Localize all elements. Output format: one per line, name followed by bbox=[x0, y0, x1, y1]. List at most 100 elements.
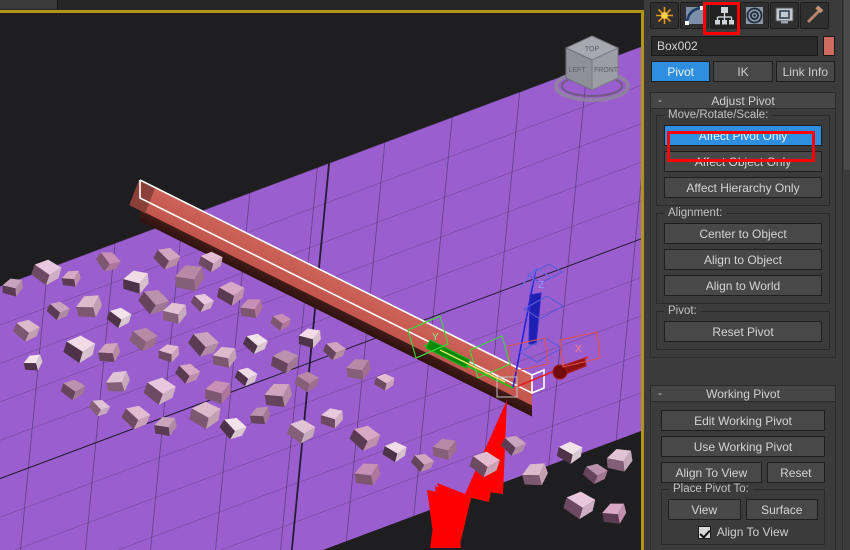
debris-fragment bbox=[284, 418, 314, 444]
affect-hierarchy-only-button[interactable]: Affect Hierarchy Only bbox=[664, 177, 822, 198]
modify-tab[interactable] bbox=[680, 2, 709, 29]
scrollbar-thumb[interactable] bbox=[844, 0, 850, 170]
debris-fragment bbox=[28, 258, 60, 285]
use-working-pivot-button[interactable]: Use Working Pivot bbox=[661, 436, 825, 457]
debris-fragment bbox=[104, 306, 130, 328]
utilities-tab[interactable] bbox=[800, 2, 829, 29]
create-tab[interactable] bbox=[650, 2, 679, 29]
rollout-adjust-pivot: - Adjust Pivot Move/Rotate/Scale: Affect… bbox=[650, 92, 836, 358]
viewcube-front-label: FRONT bbox=[594, 67, 619, 74]
group-label-pivot: Pivot: bbox=[664, 305, 701, 318]
debris-fragment bbox=[466, 450, 498, 477]
debris-fragment bbox=[156, 342, 180, 362]
hierarchy-tab[interactable] bbox=[710, 2, 739, 29]
place-pivot-surface-button[interactable]: Surface bbox=[746, 499, 819, 520]
debris-fragment bbox=[344, 356, 372, 380]
group-label-alignment: Alignment: bbox=[664, 207, 726, 220]
debris-fragment bbox=[352, 460, 382, 486]
align-to-view-checkbox-label: Align To View bbox=[717, 525, 789, 539]
create-star-icon bbox=[654, 5, 675, 26]
debris-fragment bbox=[74, 292, 104, 318]
utilities-hammer-icon bbox=[804, 5, 825, 26]
debris-fragment bbox=[152, 414, 178, 436]
viewport[interactable]: Z X Y TOP bbox=[0, 0, 644, 550]
place-pivot-view-button[interactable]: View bbox=[668, 499, 741, 520]
affect-pivot-only-button[interactable]: Affect Pivot Only bbox=[664, 125, 822, 146]
debris-fragment bbox=[126, 326, 156, 352]
debris-fragment bbox=[240, 332, 266, 354]
command-panel-scrollbar[interactable] bbox=[842, 0, 850, 550]
debris-fragment bbox=[296, 326, 322, 348]
affect-object-only-button[interactable]: Affect Object Only bbox=[664, 151, 822, 172]
debris-fragment bbox=[210, 344, 238, 368]
working-pivot-row-buttons: Align To View Reset bbox=[661, 462, 825, 483]
hierarchy-subtabs: Pivot IK Link Info bbox=[651, 61, 835, 82]
rollout-header-working-pivot[interactable]: - Working Pivot bbox=[650, 385, 836, 402]
viewcube-top-label: TOP bbox=[585, 46, 600, 53]
debris-fragment bbox=[520, 460, 550, 486]
command-panel: Pivot IK Link Info - Adjust Pivot Move/R… bbox=[644, 0, 850, 550]
viewcube-left-label: LEFT bbox=[568, 67, 586, 74]
debris-fragment bbox=[216, 416, 244, 440]
group-move-rotate-scale: Move/Rotate/Scale: Affect Pivot Only Aff… bbox=[656, 115, 830, 206]
debris-fragment bbox=[0, 276, 24, 296]
command-panel-tabs bbox=[644, 0, 842, 31]
rollout-body-adjust-pivot: Move/Rotate/Scale: Affect Pivot Only Aff… bbox=[650, 109, 836, 358]
display-tab[interactable] bbox=[770, 2, 799, 29]
group-pivot: Pivot: Reset Pivot bbox=[656, 311, 830, 350]
viewport-top-strip bbox=[0, 0, 644, 10]
place-pivot-buttons: View Surface bbox=[668, 499, 818, 520]
rollout-header-adjust-pivot[interactable]: - Adjust Pivot bbox=[650, 92, 836, 109]
edit-working-pivot-button[interactable]: Edit Working Pivot bbox=[661, 410, 825, 431]
debris-fragment bbox=[44, 300, 68, 320]
collapse-indicator: - bbox=[658, 386, 662, 401]
debris-fragment bbox=[372, 372, 394, 391]
debris-fragment bbox=[346, 424, 378, 451]
align-to-view-checkbox[interactable] bbox=[698, 526, 711, 539]
subtab-ik[interactable]: IK bbox=[713, 61, 772, 82]
debris-fragment bbox=[92, 250, 118, 272]
viewport-active-border-top bbox=[0, 10, 644, 13]
debris-fragment bbox=[560, 490, 594, 519]
debris-fragment bbox=[10, 318, 38, 342]
rollout-title: Adjust Pivot bbox=[711, 94, 774, 108]
align-to-view-button[interactable]: Align To View bbox=[661, 462, 762, 483]
debris-fragment bbox=[554, 440, 582, 464]
debris-fragment bbox=[104, 368, 132, 392]
align-to-world-button[interactable]: Align to World bbox=[664, 275, 822, 296]
debris-fragment bbox=[160, 300, 188, 324]
align-to-object-button[interactable]: Align to Object bbox=[664, 249, 822, 270]
debris-fragment bbox=[140, 376, 174, 405]
object-color-swatch[interactable] bbox=[823, 36, 835, 56]
center-to-object-button[interactable]: Center to Object bbox=[664, 223, 822, 244]
debris-fragment bbox=[22, 352, 44, 371]
align-to-view-checkbox-row: Align To View bbox=[668, 522, 818, 539]
group-alignment: Alignment: Center to Object Align to Obj… bbox=[656, 213, 830, 304]
debris-fragment bbox=[600, 500, 628, 524]
debris-fragment bbox=[238, 296, 264, 318]
debris-fragment bbox=[172, 262, 206, 291]
debris-fragment bbox=[58, 378, 84, 400]
motion-tab[interactable] bbox=[740, 2, 769, 29]
viewcube-widget[interactable]: TOP LEFT FRONT bbox=[548, 28, 636, 110]
debris-fragment bbox=[186, 400, 220, 429]
group-label-move-rotate-scale: Move/Rotate/Scale: bbox=[664, 109, 772, 122]
rollout-working-pivot: - Working Pivot Edit Working Pivot Use W… bbox=[650, 385, 836, 550]
debris-fragment bbox=[86, 398, 108, 417]
rollout-body-working-pivot: Edit Working Pivot Use Working Pivot Ali… bbox=[650, 402, 836, 550]
hierarchy-tree-icon bbox=[714, 5, 735, 26]
modify-curve-icon bbox=[684, 5, 705, 26]
collapse-indicator: - bbox=[658, 93, 662, 108]
object-name-input[interactable] bbox=[651, 36, 818, 56]
group-place-pivot-to: Place Pivot To: View Surface Align To Vi… bbox=[661, 489, 825, 545]
debris-fragment bbox=[320, 340, 344, 360]
reset-pivot-button[interactable]: Reset Pivot bbox=[664, 321, 822, 342]
object-name-row bbox=[644, 34, 842, 58]
subtab-link-info[interactable]: Link Info bbox=[776, 61, 835, 82]
rollout-title: Working Pivot bbox=[706, 387, 780, 401]
subtab-pivot[interactable]: Pivot bbox=[651, 61, 710, 82]
reset-button[interactable]: Reset bbox=[767, 462, 825, 483]
display-monitor-icon bbox=[774, 5, 795, 26]
debris-fragment bbox=[268, 312, 290, 331]
viewport-corner-tab bbox=[0, 0, 58, 9]
